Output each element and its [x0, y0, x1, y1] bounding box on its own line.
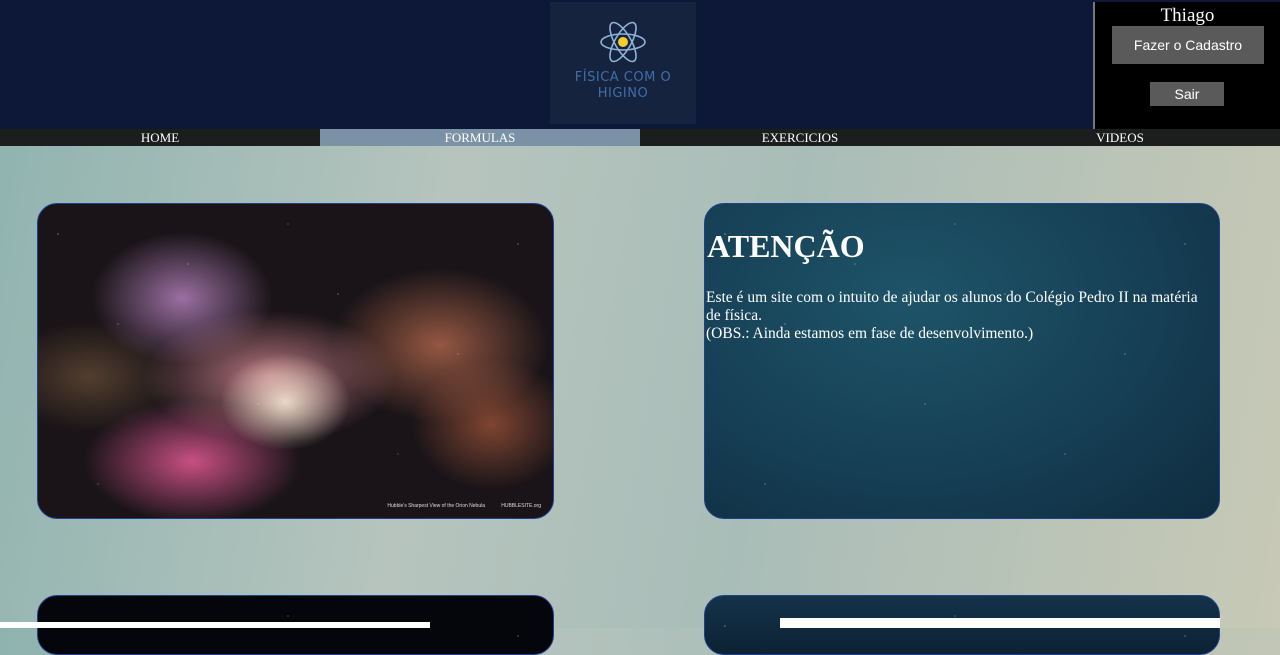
star-field — [38, 204, 553, 518]
register-button[interactable]: Fazer o Cadastro — [1112, 26, 1264, 64]
logout-button[interactable]: Sair — [1150, 82, 1224, 106]
info-text: Este é um site com o intuito de ajudar o… — [706, 289, 1206, 343]
logo-text-line1: FÍSICA COM O — [574, 70, 672, 85]
atom-icon — [600, 21, 646, 63]
nav-item-formulas[interactable]: FORMULAS — [320, 129, 640, 146]
info-note: (OBS.: Ainda estamos em fase de desenvol… — [706, 325, 1034, 342]
info-description: Este é um site com o intuito de ajudar o… — [706, 289, 1198, 324]
nebula-image-card: Hubble's Sharpest View of the Orion Nebu… — [37, 203, 554, 519]
user-name: Thiago — [1160, 5, 1215, 26]
info-card: ATENÇÃO Este é um site com o intuito de … — [704, 203, 1220, 519]
main-nav: HOME FORMULAS EXERCICIOS VIDEOS — [0, 129, 1280, 146]
info-title: ATENÇÃO — [707, 228, 865, 264]
bottom-strip-right — [780, 618, 1220, 628]
site-header: FÍSICA COM O HIGINO Thiago Fazer o Cadas… — [0, 0, 1280, 129]
image-caption: Hubble's Sharpest View of the Orion Nebu… — [387, 503, 485, 509]
user-panel: Thiago Fazer o Cadastro Sair — [1093, 2, 1280, 129]
nav-item-home[interactable]: HOME — [0, 129, 320, 146]
bottom-strip-left — [0, 622, 430, 628]
nav-item-videos[interactable]: VIDEOS — [960, 129, 1280, 146]
image-credit: HUBBLESITE.org — [501, 503, 541, 509]
logo-text-line2: HIGINO — [597, 86, 649, 101]
nav-item-exercicios[interactable]: EXERCICIOS — [640, 129, 960, 146]
site-logo[interactable]: FÍSICA COM O HIGINO — [550, 2, 696, 124]
